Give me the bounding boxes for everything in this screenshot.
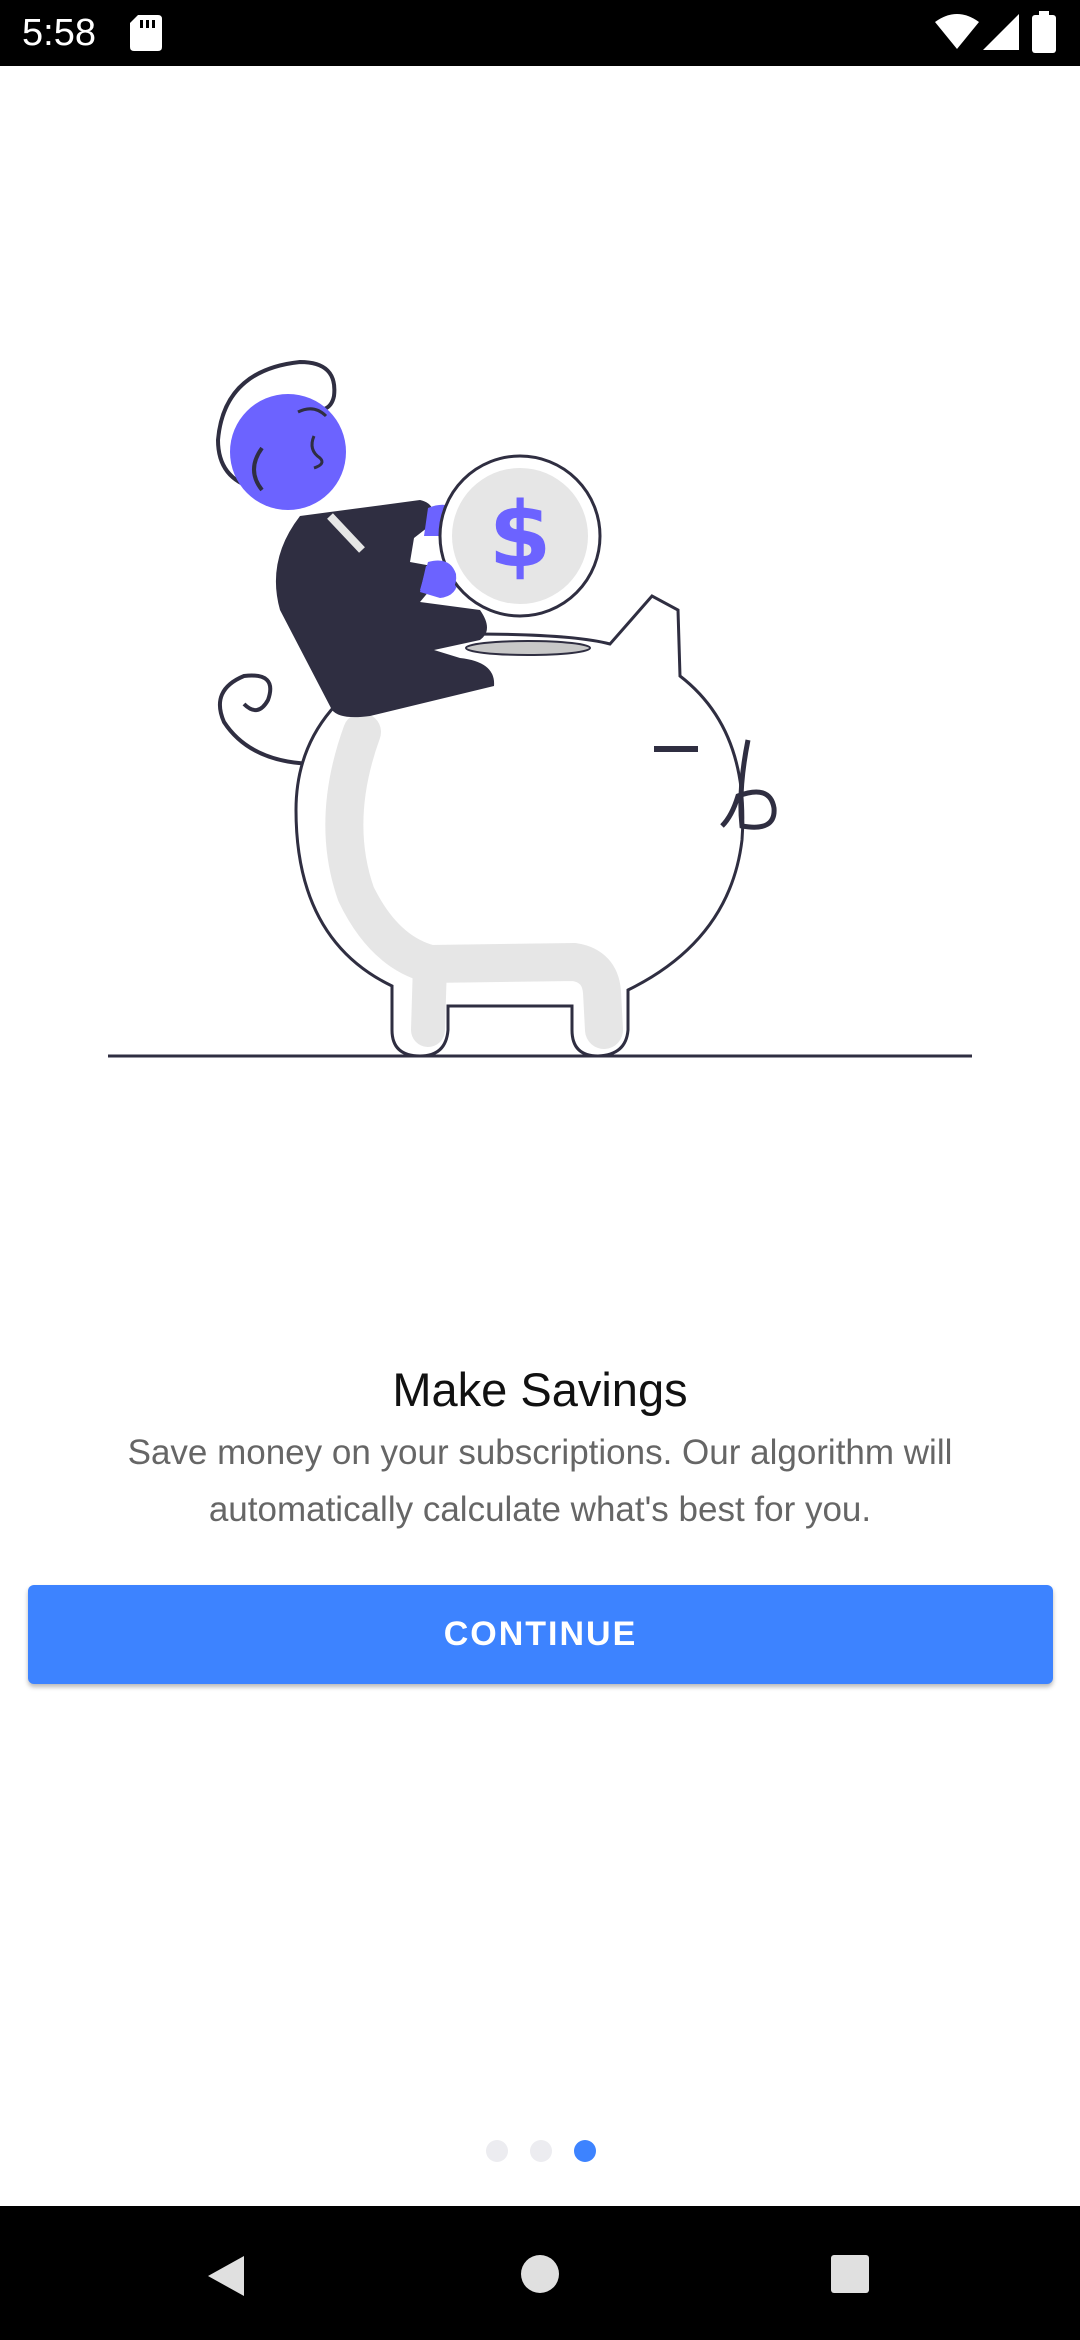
status-bar: 5:58 — [0, 0, 1080, 66]
person-head — [230, 394, 346, 510]
page-description: Save money on your subscriptions. Our al… — [127, 1433, 953, 1529]
wifi-icon — [935, 14, 979, 49]
dollar-sign-icon: $ — [489, 483, 552, 588]
home-icon[interactable] — [520, 2254, 560, 2294]
pig-leg-highlight — [411, 947, 447, 1047]
cell-signal-icon — [983, 14, 1019, 50]
page-title: Make Savings — [392, 1363, 688, 1416]
page-dot-3-active[interactable] — [574, 2140, 596, 2162]
navigation-bar — [0, 2206, 1080, 2340]
coin-slot — [465, 640, 591, 656]
piggy-bank-illustration: $ — [108, 359, 972, 1058]
back-icon[interactable] — [204, 2254, 248, 2298]
page-dot-2[interactable] — [530, 2140, 552, 2162]
recents-icon[interactable] — [830, 2254, 870, 2294]
continue-button[interactable]: CONTINUE — [28, 1585, 1053, 1684]
pig-tail — [218, 673, 313, 766]
status-time: 5:58 — [22, 12, 96, 54]
page-indicator — [0, 2140, 1080, 2164]
page-dot-1[interactable] — [486, 2140, 508, 2162]
sd-card-icon — [130, 15, 162, 51]
battery-icon — [1032, 11, 1056, 53]
